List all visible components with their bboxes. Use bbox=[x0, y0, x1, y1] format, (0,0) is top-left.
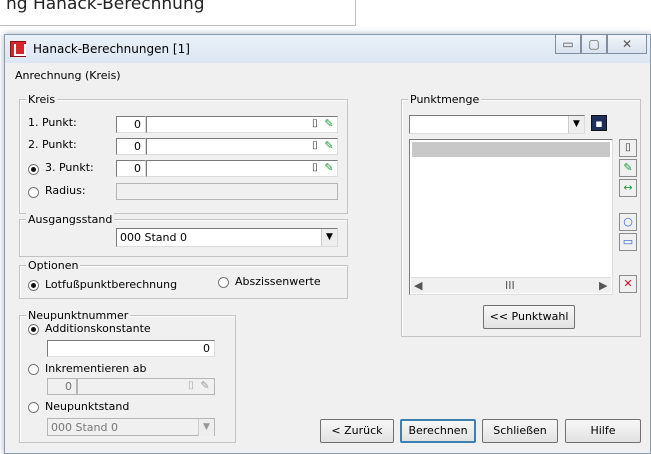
group-neupunktnummer-legend: Neupunktnummer bbox=[26, 309, 131, 322]
dialog-window: Hanack-Berechnungen [1] ▭ ▢ ✕ Anrechnung… bbox=[4, 34, 651, 454]
radio-neupunktstand[interactable] bbox=[28, 402, 39, 413]
abszissen-label: Abszissenwerte bbox=[235, 275, 321, 288]
pick-point-icon: ✎ bbox=[200, 379, 210, 392]
group-ausgangsstand-legend: Ausgangsstand bbox=[26, 213, 115, 226]
pick-point-icon[interactable]: ✎ bbox=[321, 138, 337, 154]
scroll-thumb[interactable]: III bbox=[505, 279, 515, 292]
background-window: ng Hanack-Berechnung bbox=[0, 0, 356, 26]
app-icon bbox=[10, 41, 26, 57]
maximize-button[interactable]: ▢ bbox=[581, 34, 607, 54]
pick-point-icon[interactable]: ✎ bbox=[321, 160, 337, 176]
radio-punkt3[interactable] bbox=[28, 164, 39, 175]
punktwahl-button[interactable]: << Punktwahl bbox=[483, 305, 575, 329]
background-window-title: ng Hanack-Berechnung bbox=[6, 0, 205, 14]
list-item-selected[interactable] bbox=[412, 142, 610, 157]
range-icon[interactable]: ↔ bbox=[619, 179, 637, 197]
group-optionen-legend: Optionen bbox=[26, 259, 81, 272]
punkt2-number-field[interactable]: 0 bbox=[116, 138, 146, 155]
neupunktstand-label: Neupunktstand bbox=[45, 400, 130, 413]
rectangle-select-icon[interactable]: ▭ bbox=[619, 233, 637, 251]
minimize-button[interactable]: ▭ bbox=[555, 34, 581, 54]
inkrement-number-field[interactable]: 0 bbox=[47, 378, 77, 395]
punkt2-label: 2. Punkt: bbox=[28, 138, 77, 151]
scroll-right-icon[interactable]: ▶ bbox=[599, 279, 607, 292]
radio-addition[interactable] bbox=[28, 324, 39, 335]
chevron-down-icon: ▼ bbox=[198, 419, 214, 436]
compute-button[interactable]: Berechnen bbox=[400, 419, 476, 443]
punkt-list[interactable]: ◀ III ▶ bbox=[409, 139, 613, 295]
punkt3-label: 3. Punkt: bbox=[45, 161, 94, 174]
bookmark-icon[interactable]: ⌷ bbox=[619, 139, 637, 157]
save-icon[interactable]: ▪ bbox=[591, 115, 607, 131]
punkt1-number-field[interactable]: 0 bbox=[116, 116, 146, 133]
pick-point-icon[interactable]: ✎ bbox=[619, 159, 637, 177]
back-button[interactable]: < Zurück bbox=[320, 419, 394, 443]
window-title: Hanack-Berechnungen [1] bbox=[33, 42, 190, 56]
radio-lotfuss[interactable] bbox=[28, 280, 39, 291]
lotfuss-label: Lotfußpunktberechnung bbox=[45, 278, 178, 291]
close-button[interactable]: ✕ bbox=[607, 34, 647, 54]
addition-field[interactable]: 0 bbox=[47, 340, 215, 357]
pick-point-icon[interactable]: ✎ bbox=[321, 116, 337, 132]
neupunktstand-value: 000 Stand 0 bbox=[51, 421, 118, 434]
punktmenge-select[interactable]: ▼ bbox=[409, 115, 585, 134]
radio-radius[interactable] bbox=[28, 187, 39, 198]
circle-select-icon[interactable]: ○ bbox=[619, 213, 637, 231]
dialog-subtitle: Anrechnung (Kreis) bbox=[15, 69, 121, 82]
horizontal-scrollbar[interactable]: ◀ III ▶ bbox=[411, 277, 611, 293]
group-kreis-legend: Kreis bbox=[26, 93, 58, 106]
radius-field[interactable] bbox=[116, 183, 338, 200]
chevron-down-icon[interactable]: ▼ bbox=[568, 116, 584, 133]
punkt1-label: 1. Punkt: bbox=[28, 116, 77, 129]
help-button[interactable]: Hilfe bbox=[565, 419, 641, 443]
ausgangsstand-value: 000 Stand 0 bbox=[120, 231, 187, 244]
ausgangsstand-select[interactable]: 000 Stand 0 ▼ bbox=[116, 228, 338, 247]
radius-label: Radius: bbox=[45, 184, 86, 197]
neupunktstand-select[interactable]: 000 Stand 0 ▼ bbox=[47, 418, 215, 436]
radio-inkrement[interactable] bbox=[28, 364, 39, 375]
scroll-left-icon[interactable]: ◀ bbox=[414, 279, 422, 292]
title-bar[interactable]: Hanack-Berechnungen [1] ▭ ▢ ✕ bbox=[5, 34, 650, 63]
delete-icon[interactable]: ✕ bbox=[619, 275, 637, 293]
chevron-down-icon[interactable]: ▼ bbox=[321, 229, 337, 246]
punkt3-number-field[interactable]: 0 bbox=[116, 160, 146, 177]
radio-abszissen[interactable] bbox=[218, 277, 229, 288]
addition-label: Additionskonstante bbox=[45, 322, 151, 335]
group-punktmenge-legend: Punktmenge bbox=[408, 93, 482, 106]
inkrement-label: Inkrementieren ab bbox=[45, 362, 147, 375]
close-dialog-button[interactable]: Schließen bbox=[482, 419, 558, 443]
